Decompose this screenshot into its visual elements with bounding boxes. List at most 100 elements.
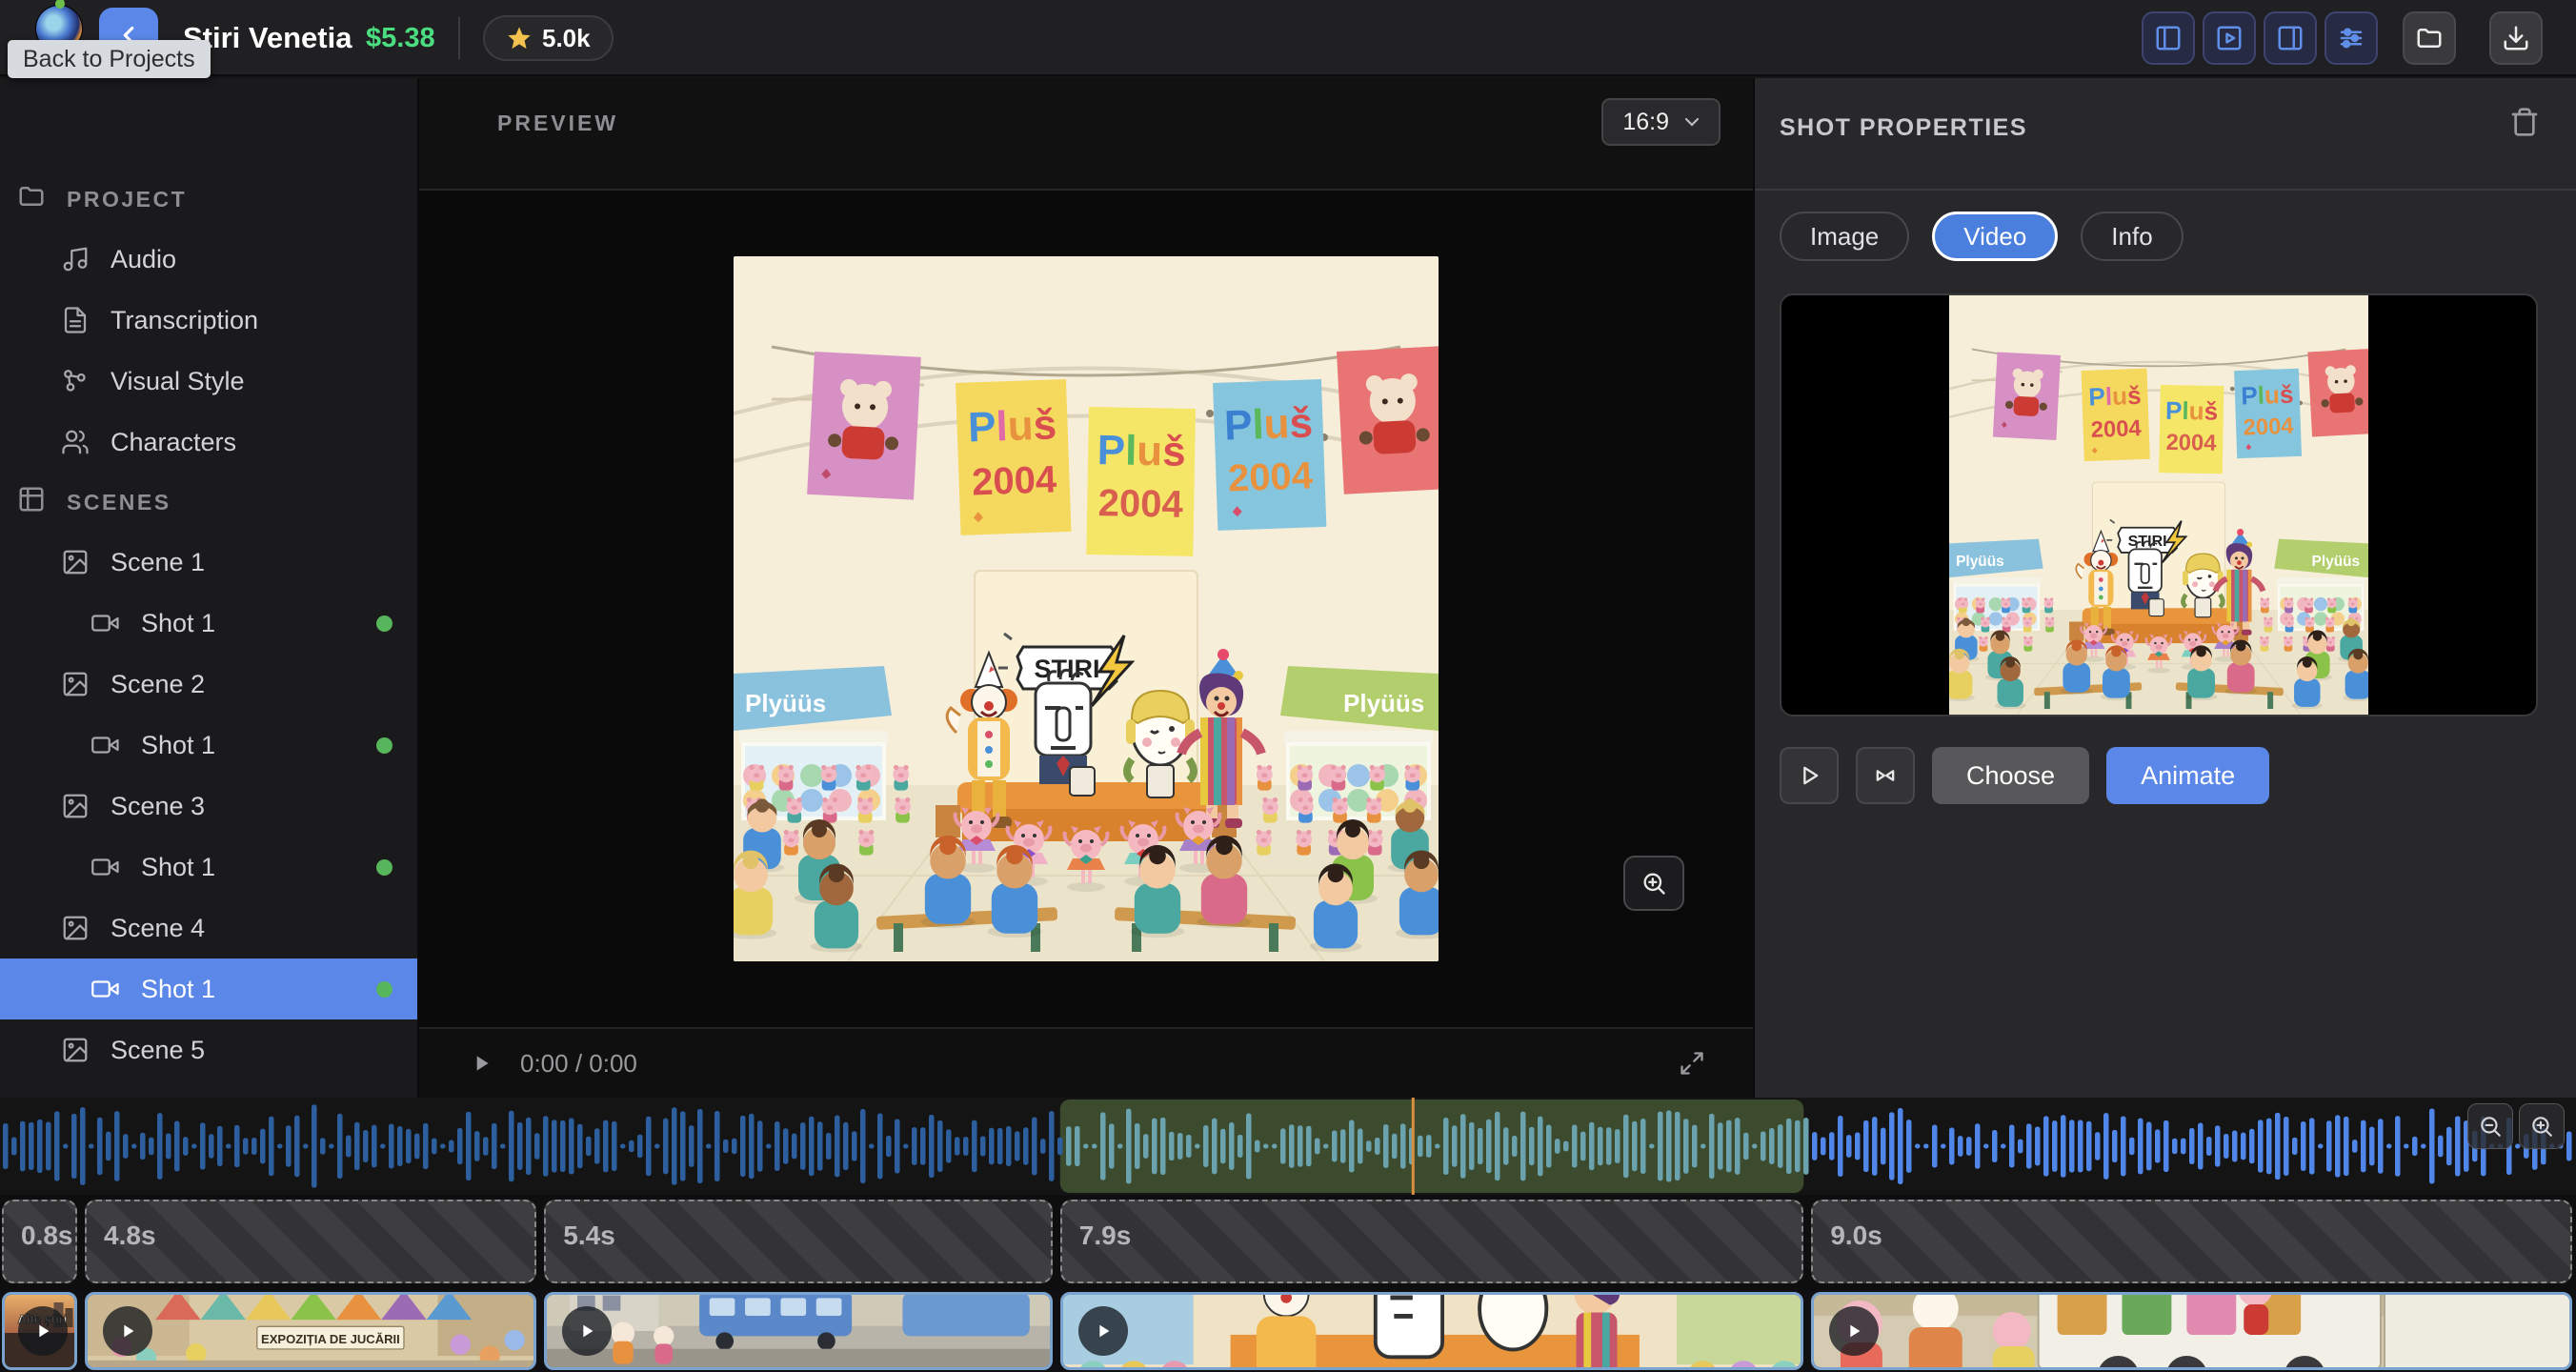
divider <box>458 17 460 59</box>
magnify-button[interactable] <box>1623 856 1684 911</box>
project-sidebar: PROJECT AudioTranscriptionVisual StyleCh… <box>0 78 419 1098</box>
clip-play-button[interactable] <box>562 1306 612 1356</box>
shot-properties-panel: SHOT PROPERTIES Image Video Info Choose An… <box>1753 78 2576 1098</box>
image-icon <box>61 914 90 942</box>
shot-ready-indicator <box>376 737 392 754</box>
filmstrip-clip-4[interactable] <box>1060 1292 1804 1370</box>
playhead[interactable] <box>1412 1098 1415 1195</box>
clip-play-button[interactable] <box>1829 1306 1879 1356</box>
folder-icon <box>17 182 46 216</box>
shot-ready-indicator <box>376 615 392 632</box>
sidebar-item-visual-style[interactable]: Visual Style <box>0 351 417 412</box>
panel-right-button[interactable] <box>2264 11 2317 65</box>
play-outline-icon <box>1796 762 1822 789</box>
trash-icon <box>2509 107 2540 137</box>
filmstrip-clip-2[interactable]: EXPOZIȚIA DE JUCĂRII <box>85 1292 536 1370</box>
credits-count: 5.0k <box>542 24 591 53</box>
trim-icon <box>1872 762 1899 789</box>
segment-duration-label: 0.8s <box>21 1221 73 1250</box>
animate-button[interactable]: Animate <box>2106 747 2269 804</box>
video-thumbnail[interactable] <box>1780 293 2538 716</box>
sidebar-scene-3[interactable]: Scene 3 <box>0 776 417 837</box>
timeline-segment-3[interactable]: 5.4s <box>544 1200 1053 1283</box>
main-area: PROJECT AudioTranscriptionVisual StyleCh… <box>0 78 2576 1098</box>
play-icon <box>1093 1321 1114 1342</box>
grid-icon <box>17 485 46 519</box>
zoom-in-icon <box>2529 1114 2554 1139</box>
choose-button[interactable]: Choose <box>1932 747 2089 804</box>
sidebar-scene-5[interactable]: Scene 5 <box>0 1019 417 1080</box>
sidebar-scene-5-shot-1[interactable]: Shot 1 <box>0 1080 417 1098</box>
download-button[interactable] <box>2489 11 2543 65</box>
timeline-segment-2[interactable]: 4.8s <box>85 1200 536 1283</box>
timeline-segment-4[interactable]: 7.9s <box>1060 1200 1804 1283</box>
panel-left-button[interactable] <box>2142 11 2195 65</box>
player-bar: 0:00 / 0:00 <box>419 1027 1753 1098</box>
sidebar-scene-2[interactable]: Scene 2 <box>0 654 417 715</box>
play-icon <box>32 1321 53 1342</box>
segment-duration-label: 5.4s <box>563 1221 615 1250</box>
sidebar-scene-1-shot-1[interactable]: Shot 1 <box>0 593 417 654</box>
audio-waveform-track[interactable] <box>0 1098 2576 1195</box>
sidebar-item-audio[interactable]: Audio <box>0 229 417 290</box>
tab-info[interactable]: Info <box>2081 212 2183 261</box>
sidebar-scene-4[interactable]: Scene 4 <box>0 898 417 958</box>
preview-panel-icon <box>2215 24 2244 52</box>
sidebar-scene-3-shot-1[interactable]: Shot 1 <box>0 837 417 898</box>
sidebar-item-transcription[interactable]: Transcription <box>0 290 417 351</box>
segment-duration-label: 4.8s <box>104 1221 156 1250</box>
sidebar-scene-4-shot-1[interactable]: Shot 1 <box>0 958 417 1019</box>
timeline-segment-1[interactable]: 0.8s <box>2 1200 77 1283</box>
segment-duration-label: 9.0s <box>1830 1221 1882 1250</box>
shot-ready-indicator <box>376 859 392 876</box>
sidebar-scene-1[interactable]: Scene 1 <box>0 532 417 593</box>
delete-shot-button[interactable] <box>2509 107 2540 140</box>
play-icon <box>1843 1321 1864 1342</box>
back-tooltip: Back to Projects <box>8 40 211 78</box>
tab-image[interactable]: Image <box>1780 212 1909 261</box>
aspect-ratio-select[interactable]: 16:9 <box>1601 98 1721 146</box>
timeline-segment-5[interactable]: 9.0s <box>1811 1200 2572 1283</box>
clip-play-button[interactable] <box>1078 1306 1128 1356</box>
svg-text:EXPOZIȚIA DE JUCĂRII: EXPOZIȚIA DE JUCĂRII <box>261 1332 400 1346</box>
sidebar-scene-2-shot-1[interactable]: Shot 1 <box>0 715 417 776</box>
project-section-header: PROJECT <box>0 170 417 229</box>
video-icon <box>91 609 120 637</box>
fullscreen-button[interactable] <box>1679 1050 1705 1077</box>
waveform-zoom-in-button[interactable] <box>2519 1103 2565 1149</box>
play-button[interactable] <box>469 1051 493 1076</box>
nodes-icon <box>61 367 90 395</box>
filmstrip-track: Alte știri EXPOZIȚIA DE JUCĂRII <box>0 1290 2576 1372</box>
trim-video-button[interactable] <box>1856 747 1915 804</box>
video-icon <box>91 975 120 1003</box>
video-icon <box>91 731 120 759</box>
settings-sliders-icon <box>2337 24 2365 52</box>
waveform-zoom-out-button[interactable] <box>2467 1103 2513 1149</box>
play-icon <box>117 1321 138 1342</box>
top-bar: Back to Projects Stiri Venetia $5.38 5.0… <box>0 0 2576 76</box>
expand-icon <box>1679 1050 1705 1077</box>
clip-play-button[interactable] <box>103 1306 152 1356</box>
shot-properties-title: SHOT PROPERTIES <box>1780 114 2027 142</box>
preview-image <box>734 256 1439 961</box>
projects-folder-button[interactable] <box>2403 11 2456 65</box>
settings-sliders-button[interactable] <box>2324 11 2378 65</box>
sidebar-item-characters[interactable]: Characters <box>0 412 417 473</box>
shot-ready-indicator <box>376 981 392 998</box>
music-icon <box>61 245 90 273</box>
filmstrip-clip-5[interactable] <box>1811 1292 2572 1370</box>
filmstrip-clip-3[interactable] <box>544 1292 1053 1370</box>
file-text-icon <box>61 306 90 334</box>
tab-video[interactable]: Video <box>1932 212 2058 261</box>
panel-right-icon <box>2276 24 2304 52</box>
play-icon <box>469 1051 493 1076</box>
preview-panel: PREVIEW 16:9 0:00 / 0:00 <box>419 78 1753 1098</box>
video-icon <box>91 853 120 881</box>
filmstrip-clip-1[interactable]: Alte știri <box>2 1292 77 1370</box>
users-icon <box>61 428 90 456</box>
credits-badge[interactable]: 5.0k <box>483 15 614 61</box>
preview-video-button[interactable] <box>1780 747 1839 804</box>
clip-play-button[interactable] <box>18 1306 68 1356</box>
chevron-down-icon <box>1680 111 1703 133</box>
preview-panel-button[interactable] <box>2203 11 2256 65</box>
